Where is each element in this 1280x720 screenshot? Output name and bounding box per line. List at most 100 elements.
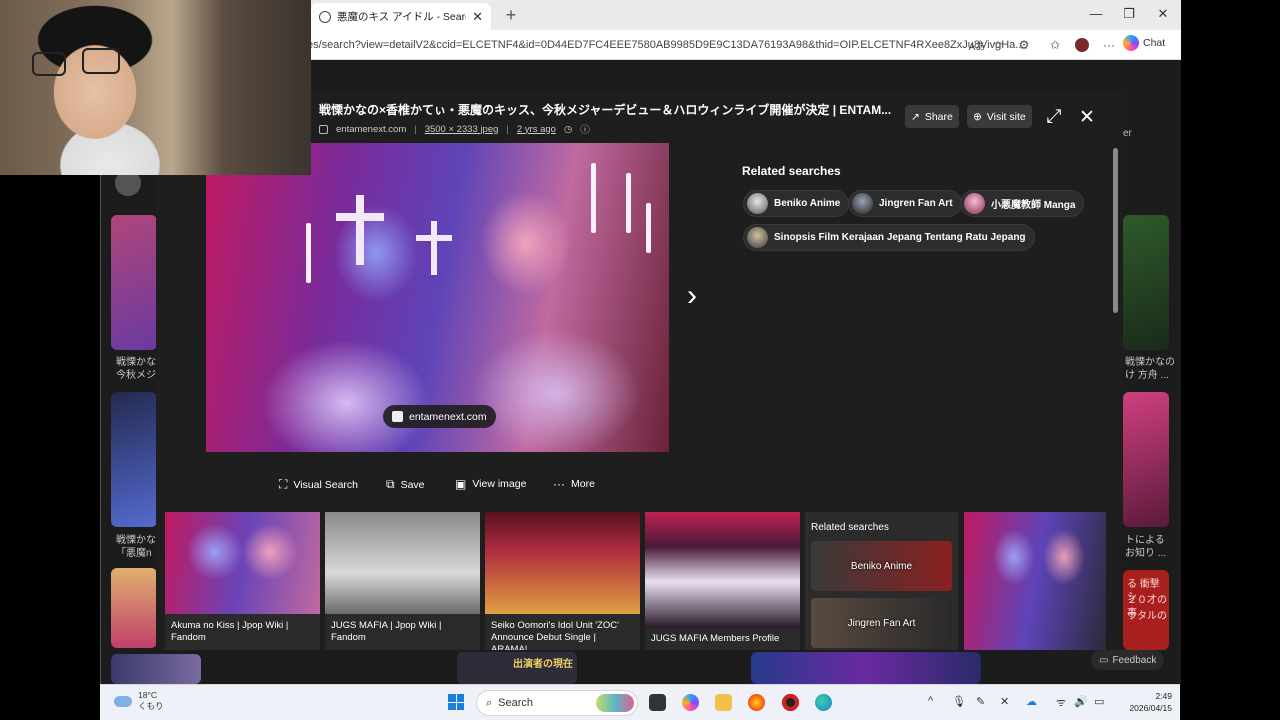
- close-overlay-icon[interactable]: ✕: [1076, 106, 1098, 129]
- overlay-scrollbar[interactable]: [1113, 148, 1118, 313]
- image-dimensions[interactable]: 3500 × 2333 jpeg: [425, 124, 499, 135]
- strip-caption: JUGS MAFIA | Jpop Wiki | Fandom: [331, 620, 442, 643]
- favorites-icon[interactable]: ✩: [1046, 37, 1064, 53]
- edge-icon[interactable]: [815, 694, 832, 711]
- taskbar-search[interactable]: ⌕ Search: [476, 690, 638, 716]
- tab-close-icon[interactable]: ✕: [472, 9, 483, 25]
- candle-decoration: [646, 203, 651, 253]
- close-window-icon[interactable]: ✕: [1148, 6, 1178, 22]
- profile-avatar[interactable]: [1073, 37, 1091, 53]
- extensions-icon[interactable]: ⚙: [1015, 37, 1033, 53]
- next-image-arrow-icon[interactable]: ›: [679, 278, 705, 316]
- system-clock[interactable]: 2:49 2026/04/15: [1118, 690, 1172, 714]
- strip-related-card[interactable]: Jingren Fan Art: [811, 598, 952, 648]
- clock-icon: ◷: [563, 123, 573, 135]
- expand-icon[interactable]: ⤢: [1043, 106, 1065, 128]
- related-chip[interactable]: Jingren Fan Art: [848, 190, 962, 217]
- tab-title: 悪魔のキス アイドル - Search images: [337, 11, 466, 23]
- pen-icon[interactable]: ✎: [976, 695, 985, 708]
- source-domain[interactable]: entamenext.com: [336, 124, 406, 135]
- more-menu-icon[interactable]: ···: [1100, 37, 1118, 53]
- battery-icon[interactable]: ▭: [1094, 695, 1104, 708]
- save-button[interactable]: ⧉ Save: [386, 477, 425, 492]
- result-thumb[interactable]: [111, 568, 157, 648]
- share-button[interactable]: ↗ Share: [905, 105, 959, 128]
- copilot-app-icon[interactable]: [682, 694, 699, 711]
- firefox-icon[interactable]: [748, 694, 765, 711]
- image-title[interactable]: 戦慄かなの×香椎かてぃ・悪魔のキッス、今秋メジャーデビュー＆ハロウィンライブ開催…: [319, 101, 899, 118]
- strip-item[interactable]: JUGS MAFIA Members Profile: [645, 512, 800, 650]
- strip-item[interactable]: Akuma no Kiss | Jpop Wiki | Fandom: [165, 512, 320, 650]
- related-chip[interactable]: Beniko Anime: [743, 190, 850, 217]
- result-caption: トによる: [1125, 535, 1165, 546]
- result-thumb[interactable]: [111, 215, 157, 350]
- visit-site-label: Visit site: [986, 110, 1026, 123]
- site-favicon-icon: [319, 124, 328, 134]
- favorite-star-icon[interactable]: ☆: [989, 37, 1007, 53]
- strip-thumbnail: [964, 512, 1106, 650]
- strip-item[interactable]: [964, 512, 1106, 650]
- related-chip[interactable]: Sinopsis Film Kerajaan Jepang Tentang Ra…: [743, 224, 1035, 251]
- visual-search-button[interactable]: ⛶ Visual Search: [279, 477, 358, 492]
- info-icon[interactable]: ⓘ: [580, 122, 590, 136]
- webcam-feed: [0, 0, 311, 175]
- strip-related-card[interactable]: Beniko Anime: [811, 541, 952, 591]
- close-small-icon[interactable]: ✕: [1000, 695, 1009, 708]
- strip-thumbnail: [485, 512, 640, 614]
- image-age[interactable]: 2 yrs ago: [517, 124, 556, 135]
- feedback-label: Feedback: [1112, 654, 1157, 666]
- url-text: es/search?view=detailV2&ccid=ELCETNF4&id…: [307, 39, 1023, 51]
- chip-label: Beniko Anime: [774, 198, 841, 209]
- visual-search-icon: ⛶: [279, 477, 288, 491]
- bottom-thumb-text: 出演者の現在: [513, 659, 573, 670]
- result-thumb[interactable]: [111, 392, 157, 527]
- tab-search-images[interactable]: 悪魔のキス アイドル - Search images ✕: [311, 3, 491, 30]
- microphone-icon[interactable]: 🎙: [952, 695, 966, 708]
- strip-item[interactable]: Seiko Oomori's Idol Unit 'ZOC' Announce …: [485, 512, 640, 650]
- volume-icon[interactable]: 🔊: [1074, 695, 1088, 708]
- share-icon: ↗: [911, 110, 920, 123]
- view-image-button[interactable]: ▣ View image: [455, 477, 526, 491]
- related-chip[interactable]: 小悪魔教師 Manga: [960, 190, 1085, 217]
- image-source-badge[interactable]: entamenext.com: [383, 405, 496, 428]
- result-thumb[interactable]: [1123, 215, 1169, 350]
- wifi-icon[interactable]: ᯤ: [1056, 695, 1066, 710]
- result-thumb[interactable]: [1123, 392, 1169, 527]
- feedback-button[interactable]: ▭ Feedback: [1091, 650, 1165, 670]
- result-thumb-red[interactable]: る 衝撃 シ ２０才の事 ウタルの: [1123, 570, 1169, 650]
- strip-caption: Seiko Oomori's Idol Unit 'ZOC' Announce …: [491, 620, 619, 650]
- address-bar[interactable]: es/search?view=detailV2&ccid=ELCETNF4&id…: [307, 34, 1023, 56]
- chip-thumbnail: [852, 193, 873, 214]
- ellipsis-icon: ···: [553, 477, 565, 491]
- strip-thumbnail: [165, 512, 320, 614]
- strip-item[interactable]: JUGS MAFIA | Jpop Wiki | Fandom: [325, 512, 480, 650]
- image-icon: ▣: [455, 477, 467, 491]
- filter-label[interactable]: er: [1123, 127, 1132, 140]
- search-icon: ⌕: [486, 696, 493, 709]
- minimize-icon[interactable]: —: [1081, 6, 1111, 21]
- save-label: Save: [400, 478, 425, 491]
- windows-start-icon[interactable]: [448, 694, 464, 710]
- result-thumb[interactable]: [751, 652, 981, 684]
- file-explorer-icon[interactable]: [715, 694, 732, 711]
- onedrive-icon[interactable]: ☁: [1026, 695, 1037, 708]
- weather-widget[interactable]: 18°C くもり: [114, 690, 164, 712]
- image-meta: entamenext.com | 3500 × 2333 jpeg | 2 yr…: [319, 122, 590, 136]
- tray-chevron-icon[interactable]: ^: [928, 695, 933, 707]
- strip-related-title: Related searches: [811, 522, 889, 533]
- new-tab-button[interactable]: +: [499, 5, 523, 26]
- result-caption: お知り ...: [1125, 548, 1167, 559]
- task-view-icon[interactable]: [649, 694, 666, 711]
- obs-icon[interactable]: [782, 694, 799, 711]
- result-thumb[interactable]: [111, 654, 201, 684]
- copilot-chat-button[interactable]: Chat: [1123, 35, 1165, 51]
- chip-label: Jingren Fan Art: [879, 198, 953, 209]
- read-aloud-icon[interactable]: Aあ: [968, 37, 986, 53]
- maximize-icon[interactable]: ❐: [1114, 6, 1144, 22]
- visit-site-button[interactable]: ⊕ Visit site: [967, 105, 1032, 128]
- chat-label: Chat: [1143, 37, 1166, 49]
- more-button[interactable]: ··· More: [553, 477, 595, 491]
- strip-related-card-label: Beniko Anime: [850, 560, 913, 572]
- result-thumb[interactable]: 出演者の現在: [457, 652, 577, 684]
- red-tile-text: ウタルの: [1127, 611, 1167, 622]
